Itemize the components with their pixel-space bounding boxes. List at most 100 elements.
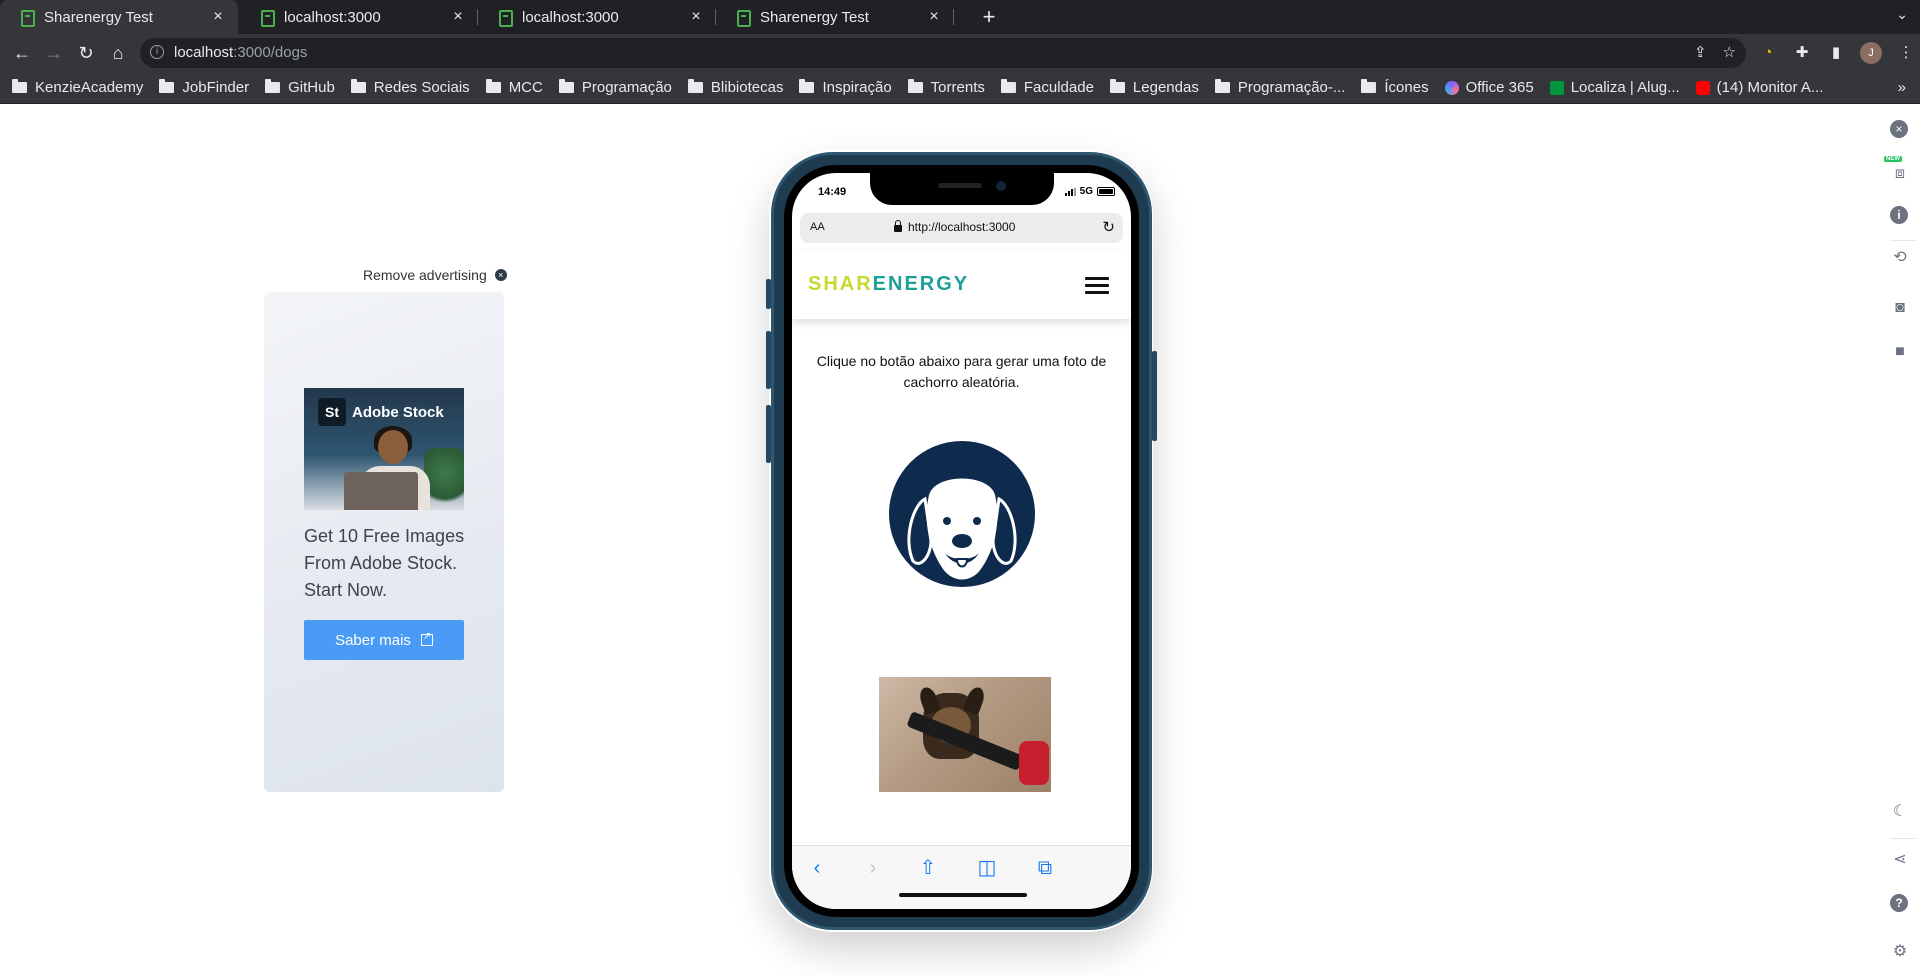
phone-notch: [870, 173, 1054, 205]
bookmark-folder-faculdade[interactable]: Faculdade: [1000, 79, 1094, 96]
devices-icon[interactable]: ⧈: [1890, 164, 1910, 184]
tab-strip: Sharenergy Test × localhost:3000 × local…: [0, 0, 1920, 34]
close-icon[interactable]: ×: [1890, 120, 1910, 140]
adobe-stock-logo: St Adobe Stock: [318, 398, 444, 426]
side-panel-icon[interactable]: ▮: [1826, 43, 1846, 63]
bookmark-label: Torrents: [930, 79, 985, 96]
bookmark-folder-icones[interactable]: Ícones: [1361, 79, 1429, 96]
camera-icon[interactable]: ◙: [1890, 298, 1910, 318]
new-tab-button[interactable]: +: [975, 3, 1003, 31]
status-time: 14:49: [818, 186, 847, 198]
bookmark-folder-github[interactable]: GitHub: [265, 79, 335, 96]
site-favicon-icon: [498, 9, 513, 27]
dog-logo-nose: [952, 534, 972, 548]
bookmark-folder-redes-sociais[interactable]: Redes Sociais: [350, 79, 470, 96]
bookmark-label: KenzieAcademy: [35, 79, 144, 96]
info-icon[interactable]: i: [1890, 206, 1910, 226]
forward-arrow-icon[interactable]: →: [42, 41, 66, 65]
bookmark-folder-programacao[interactable]: Programação: [558, 79, 672, 96]
folder-icon: [1361, 79, 1377, 93]
adobe-stock-ad-image[interactable]: St Adobe Stock: [304, 388, 464, 510]
folder-icon: [12, 79, 27, 93]
network-label: 5G: [1079, 186, 1093, 197]
bookmark-star-icon[interactable]: ☆: [1723, 43, 1736, 61]
dark-mode-icon[interactable]: ☾: [1890, 802, 1910, 822]
profile-avatar[interactable]: J: [1860, 42, 1882, 64]
safari-reload-icon[interactable]: ↻: [1102, 218, 1115, 236]
bookmark-youtube-monitor[interactable]: (14) Monitor A...: [1695, 79, 1823, 96]
tab-localhost-2[interactable]: localhost:3000 ×: [478, 0, 716, 34]
home-icon[interactable]: ⌂: [106, 41, 130, 65]
hamburger-menu-icon[interactable]: [1085, 277, 1109, 295]
bookmark-folder-programacao-2[interactable]: Programação-...: [1214, 79, 1345, 96]
tab-search-chevron-icon[interactable]: ⌄: [1896, 6, 1908, 23]
bookmark-folder-legendas[interactable]: Legendas: [1109, 79, 1199, 96]
tab-title: Sharenergy Test: [44, 8, 153, 26]
bookmark-label: Legendas: [1132, 79, 1199, 96]
site-info-icon[interactable]: i: [150, 45, 164, 59]
bookmark-folder-inspiracao[interactable]: Inspiração: [799, 79, 892, 96]
safari-url-text: http://localhost:3000: [908, 220, 1016, 234]
random-dog-photo: [879, 677, 1051, 792]
sharenergy-logo[interactable]: SHARENERGY: [808, 273, 969, 296]
localiza-icon: [1549, 80, 1564, 95]
tab-sharenergy-test[interactable]: Sharenergy Test ×: [0, 0, 238, 34]
bookmark-label: Office 365: [1465, 79, 1534, 96]
responsive-viewer-side-panel: × NEW ⧈ i ⟲ ◙ ■ ☾ ⋖ ? ⚙: [1880, 104, 1920, 976]
office-365-icon: [1444, 80, 1459, 95]
remove-advertising-link[interactable]: Remove advertising ×: [363, 267, 507, 283]
new-badge: NEW: [1884, 156, 1902, 162]
extension-color-icon[interactable]: ◔: [1758, 43, 1778, 63]
back-arrow-icon[interactable]: ←: [10, 41, 34, 65]
bookmark-label: Localiza | Alug...: [1570, 79, 1680, 96]
dog-logo-left-eye: [943, 517, 951, 525]
safari-back-icon[interactable]: ‹: [802, 856, 832, 880]
extensions-puzzle-icon[interactable]: ✚: [1792, 43, 1812, 63]
tab-title: localhost:3000: [522, 8, 619, 26]
safari-share-icon[interactable]: ⇧: [913, 856, 943, 880]
site-header: SHARENERGY: [792, 251, 1131, 319]
tab-sharenergy-test-2[interactable]: Sharenergy Test ×: [716, 0, 954, 34]
safari-address-bar[interactable]: AA http://localhost:3000 ↻: [800, 213, 1123, 243]
battery-icon: [1097, 187, 1115, 196]
close-tab-icon[interactable]: ×: [926, 8, 942, 26]
chrome-menu-icon[interactable]: ⋮: [1896, 43, 1916, 63]
bookmark-folder-kenzieacademy[interactable]: KenzieAcademy: [12, 79, 143, 96]
safari-bookmarks-icon[interactable]: ◫: [972, 856, 1002, 880]
safari-forward-icon[interactable]: ›: [858, 856, 888, 880]
signal-bars-icon: [1064, 187, 1076, 196]
site-favicon-icon: [20, 9, 35, 27]
settings-icon[interactable]: ⚙: [1890, 942, 1910, 962]
address-bar[interactable]: i localhost:3000/dogs ⇪ ☆: [140, 38, 1746, 68]
tab-localhost-1[interactable]: localhost:3000 ×: [240, 0, 478, 34]
tab-separator: [953, 9, 954, 25]
bookmark-folder-torrents[interactable]: Torrents: [907, 79, 985, 96]
saber-mais-button[interactable]: Saber mais: [304, 620, 464, 660]
close-tab-icon[interactable]: ×: [688, 8, 704, 26]
rotate-icon[interactable]: ⟲: [1890, 248, 1910, 268]
close-tab-icon[interactable]: ×: [210, 8, 226, 26]
reload-icon[interactable]: ↻: [74, 41, 98, 65]
close-tab-icon[interactable]: ×: [450, 8, 466, 26]
help-icon[interactable]: ?: [1890, 894, 1910, 914]
bookmark-localiza[interactable]: Localiza | Alug...: [1549, 79, 1680, 96]
bookmark-office-365[interactable]: Office 365: [1444, 79, 1534, 96]
safari-reader-aa[interactable]: AA: [810, 221, 825, 233]
safari-tabs-icon[interactable]: ⧉: [1030, 856, 1060, 880]
adobe-stock-name: Adobe Stock: [352, 403, 444, 421]
video-icon[interactable]: ■: [1890, 342, 1910, 362]
safari-url[interactable]: http://localhost:3000: [894, 219, 1016, 234]
bookmarks-overflow-icon[interactable]: »: [1898, 79, 1906, 96]
bookmark-label: JobFinder: [182, 79, 250, 96]
phone-camera: [996, 181, 1006, 191]
address-bar-url[interactable]: localhost:3000/dogs: [174, 44, 307, 61]
bookmark-folder-jobfinder[interactable]: JobFinder: [159, 79, 249, 96]
safari-bottom-toolbar: ‹ › ⇧ ◫ ⧉: [792, 845, 1131, 909]
share-icon[interactable]: ⇪: [1694, 43, 1707, 61]
bookmark-folder-blibiotecas[interactable]: Blibiotecas: [687, 79, 783, 96]
ad-plant-shape: [424, 448, 464, 510]
logo-part-1: SHAR: [808, 273, 873, 295]
bookmark-folder-mcc[interactable]: MCC: [485, 79, 543, 96]
share-nodes-icon[interactable]: ⋖: [1890, 850, 1910, 870]
dog-logo-icon: [889, 441, 1035, 587]
